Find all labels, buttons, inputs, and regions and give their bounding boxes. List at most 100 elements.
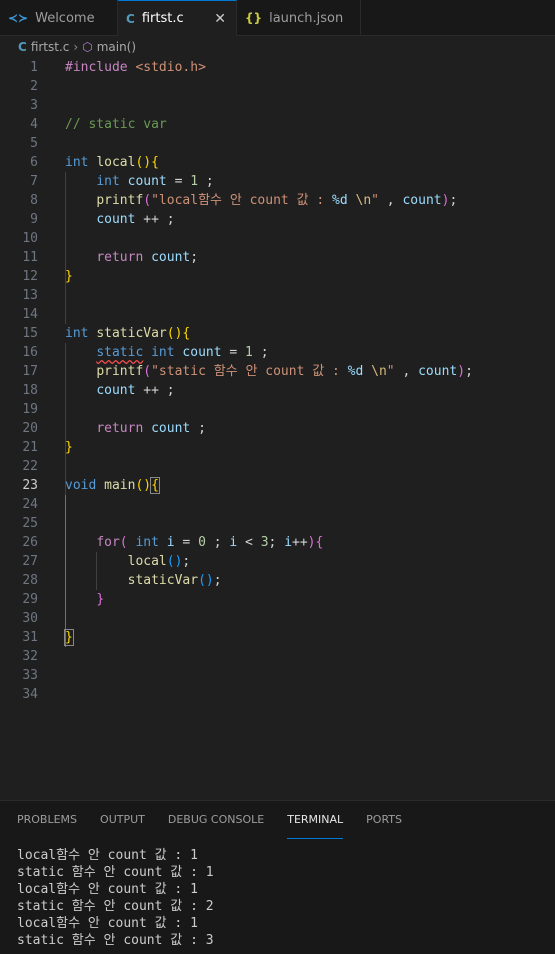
code-line: 28 staticVar();: [0, 571, 555, 590]
line-number: 15: [22, 326, 38, 341]
tab-launch-json[interactable]: {} launch.json: [237, 0, 361, 36]
json-file-icon: {}: [245, 11, 263, 25]
code-token-error: static: [96, 345, 144, 360]
code-line: 14: [0, 305, 555, 324]
code-token: <stdio.h>: [127, 60, 206, 75]
line-number: 24: [22, 497, 38, 512]
code-line: 21}: [0, 438, 555, 457]
code-line: 22: [0, 457, 555, 476]
line-number: 13: [22, 288, 38, 303]
line-number: 11: [22, 250, 38, 265]
code-line: 33: [0, 666, 555, 685]
code-token: count: [127, 174, 167, 189]
code-line: 4 // static var: [0, 115, 555, 134]
line-number: 32: [22, 649, 38, 664]
tab-welcome[interactable]: ≺≻ Welcome: [0, 0, 118, 36]
code-token: for: [96, 535, 120, 550]
code-line: 31}: [0, 628, 555, 647]
code-token: %d: [332, 193, 348, 208]
code-line: 8 printf("local함수 안 count 값 : %d \n" , c…: [0, 191, 555, 210]
tab-label: Welcome: [35, 10, 95, 26]
line-number: 28: [22, 573, 38, 588]
code-line: 23 void main(){: [0, 476, 555, 495]
code-editor[interactable]: 1 #include <stdio.h> 2 3 4 // static var 5…: [0, 58, 555, 800]
code-line: 10: [0, 229, 555, 248]
terminal-line: local함수 안 count 값 : 1: [17, 916, 198, 931]
code-token: printf: [96, 364, 144, 379]
line-number: 5: [30, 136, 38, 151]
code-line: 25: [0, 514, 555, 533]
code-line: 1 #include <stdio.h>: [0, 58, 555, 77]
line-number: 6: [30, 155, 38, 170]
line-number: 21: [22, 440, 38, 455]
code-token: count: [402, 193, 442, 208]
code-line: 26 for( int i = 0 ; i < 3; i++){: [0, 533, 555, 552]
tab-problems[interactable]: PROBLEMS: [17, 801, 77, 839]
code-line: 30: [0, 609, 555, 628]
chevron-right-icon: ›: [73, 40, 79, 54]
line-number: 18: [22, 383, 38, 398]
code-token: %d: [347, 364, 364, 379]
code-token: local: [96, 155, 136, 170]
line-number: 26: [22, 535, 38, 550]
code-token: count: [418, 364, 458, 379]
breadcrumb-file[interactable]: firtst.c: [31, 40, 70, 54]
code-token: 3: [260, 535, 269, 550]
code-token: i: [166, 535, 175, 550]
code-token: ": [371, 193, 379, 208]
line-number: 1: [30, 60, 38, 75]
line-number: 10: [22, 231, 38, 246]
code-token: 1: [245, 345, 253, 360]
code-token: 1: [190, 174, 199, 189]
code-line: 20 return count ;: [0, 419, 555, 438]
code-token: void: [65, 478, 97, 493]
code-line: 9 count ++ ;: [0, 210, 555, 229]
code-token: local: [127, 554, 167, 569]
editor-tab-bar: ≺≻ Welcome C firtst.c ✕ {} launch.json: [0, 0, 555, 36]
code-token: int: [65, 155, 89, 170]
tab-terminal[interactable]: TERMINAL: [287, 801, 344, 839]
line-number: 14: [22, 307, 38, 322]
code-token: #include: [65, 60, 128, 75]
code-token: count: [151, 250, 191, 265]
line-number: 33: [22, 668, 38, 683]
line-number: 30: [22, 611, 38, 626]
code-token: return: [96, 250, 144, 265]
code-token: return: [96, 421, 144, 436]
terminal-line: static 함수 안 count 값 : 3: [17, 933, 214, 948]
line-number: 12: [22, 269, 38, 284]
code-token: int: [65, 326, 89, 341]
code-line: 15 int staticVar(){: [0, 324, 555, 343]
code-token: \n: [371, 364, 387, 379]
line-number: 4: [30, 117, 38, 132]
breadcrumb: C firtst.c › ⬡ main(): [0, 36, 555, 58]
code-line: 5: [0, 134, 555, 153]
c-file-icon: C: [18, 40, 27, 54]
code-token: 0: [198, 535, 206, 550]
line-number: 2: [30, 79, 38, 94]
code-token: count: [182, 345, 222, 360]
tab-ports[interactable]: PORTS: [366, 801, 402, 839]
code-line: 7 int count = 1 ;: [0, 172, 555, 191]
code-line: 29 }: [0, 590, 555, 609]
line-number: 25: [22, 516, 38, 531]
code-line: 32: [0, 647, 555, 666]
code-line: 6 int local(){: [0, 153, 555, 172]
close-icon[interactable]: ✕: [214, 11, 226, 27]
line-number: 29: [22, 592, 38, 607]
code-line: 18 count ++ ;: [0, 381, 555, 400]
tab-firtst-c[interactable]: C firtst.c ✕: [118, 0, 237, 36]
tab-output[interactable]: OUTPUT: [100, 801, 145, 839]
breadcrumb-symbol[interactable]: main(): [97, 40, 136, 54]
bottom-panel: PROBLEMS OUTPUT DEBUG CONSOLE TERMINAL P…: [0, 800, 555, 954]
tab-debug-console[interactable]: DEBUG CONSOLE: [168, 801, 264, 839]
line-number: 16: [22, 345, 38, 360]
code-token: main: [104, 478, 136, 493]
line-number: 17: [22, 364, 38, 379]
cube-icon: ⬡: [82, 40, 93, 54]
code-token: int: [135, 535, 159, 550]
code-line: 11 return count;: [0, 248, 555, 267]
terminal-line: local함수 안 count 값 : 1: [17, 848, 198, 863]
code-token: printf: [96, 193, 144, 208]
terminal-output[interactable]: local함수 안 count 값 : 1 static 함수 안 count …: [17, 847, 214, 949]
